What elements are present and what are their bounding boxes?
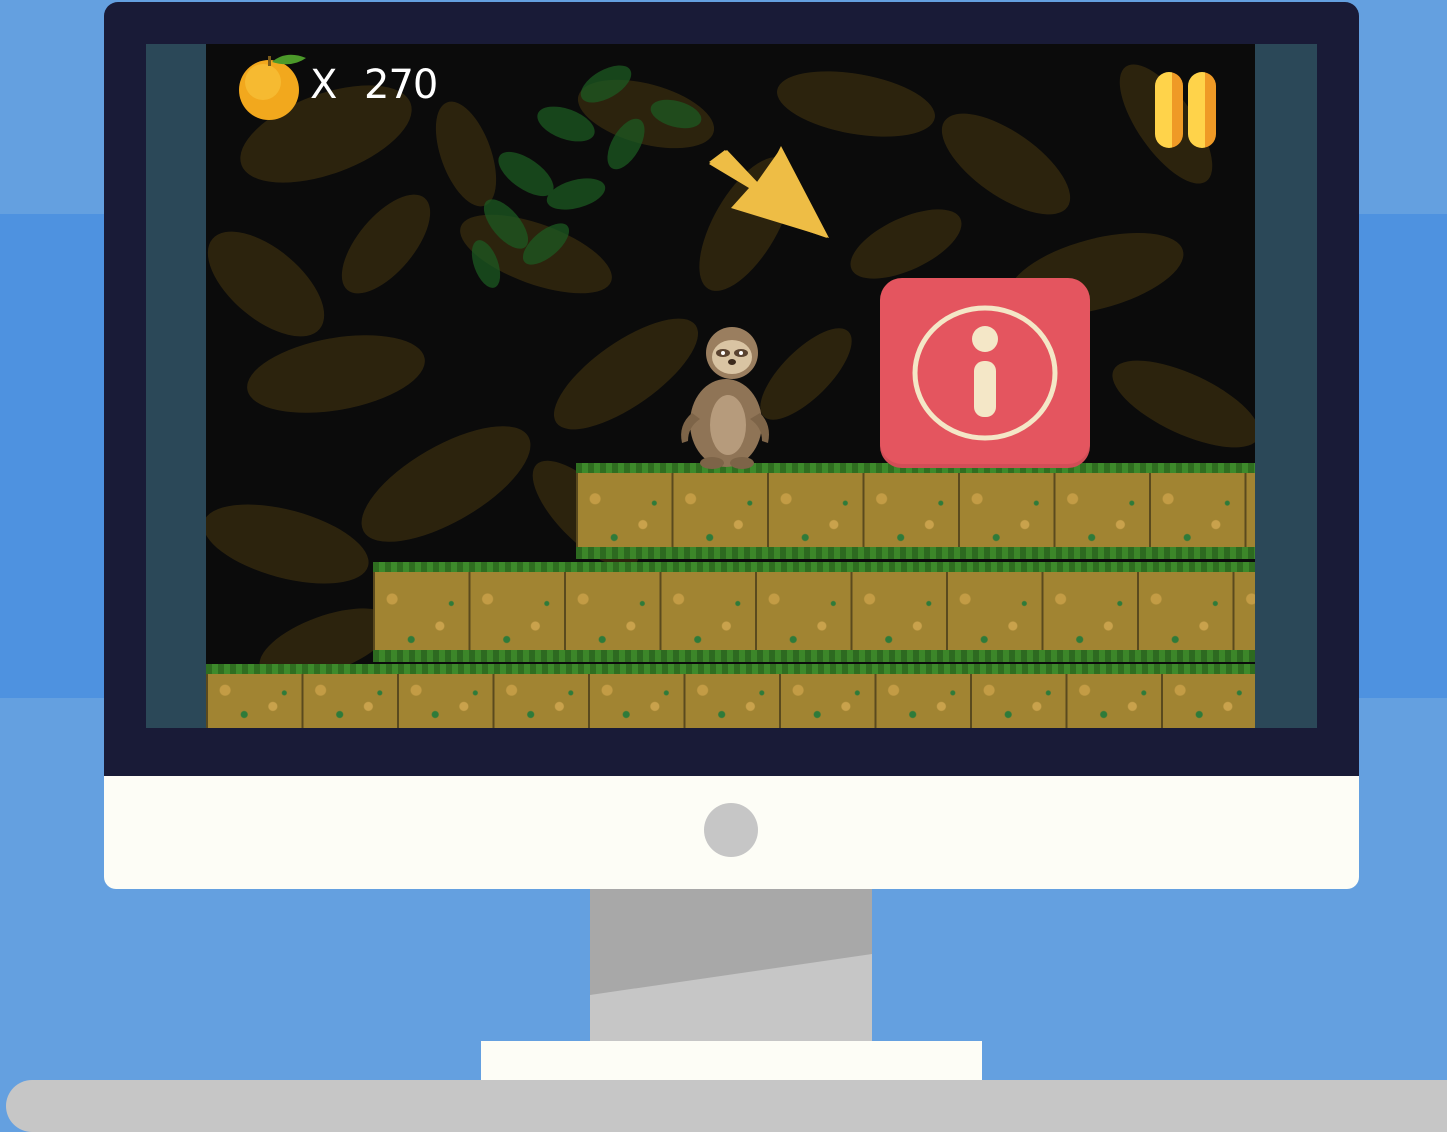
info-icon	[912, 305, 1058, 441]
orange-icon	[239, 54, 306, 120]
ground-platform-middle	[373, 562, 1255, 662]
desk-surface	[6, 1080, 1447, 1132]
multiplier-label: X	[310, 62, 338, 108]
info-button[interactable]	[880, 278, 1090, 468]
dirt-tiles	[206, 674, 1255, 728]
pause-icon	[1188, 72, 1216, 148]
grass-edge	[373, 650, 1255, 662]
grass-edge	[576, 547, 1255, 559]
ground-platform-upper	[576, 463, 1255, 559]
pause-button[interactable]	[1155, 72, 1219, 148]
power-button	[704, 803, 758, 857]
monitor-stand-neck	[590, 889, 872, 1041]
pause-icon	[1155, 72, 1183, 148]
score-value: 270	[364, 62, 438, 108]
grass-top	[373, 562, 1255, 572]
monitor-stand-base	[481, 1041, 982, 1082]
dirt-tiles	[373, 572, 1255, 662]
sloth-character	[681, 327, 769, 469]
arrow-down-right-icon	[709, 146, 829, 238]
grass-top	[206, 664, 1255, 674]
ground-platform-lower	[206, 664, 1255, 728]
